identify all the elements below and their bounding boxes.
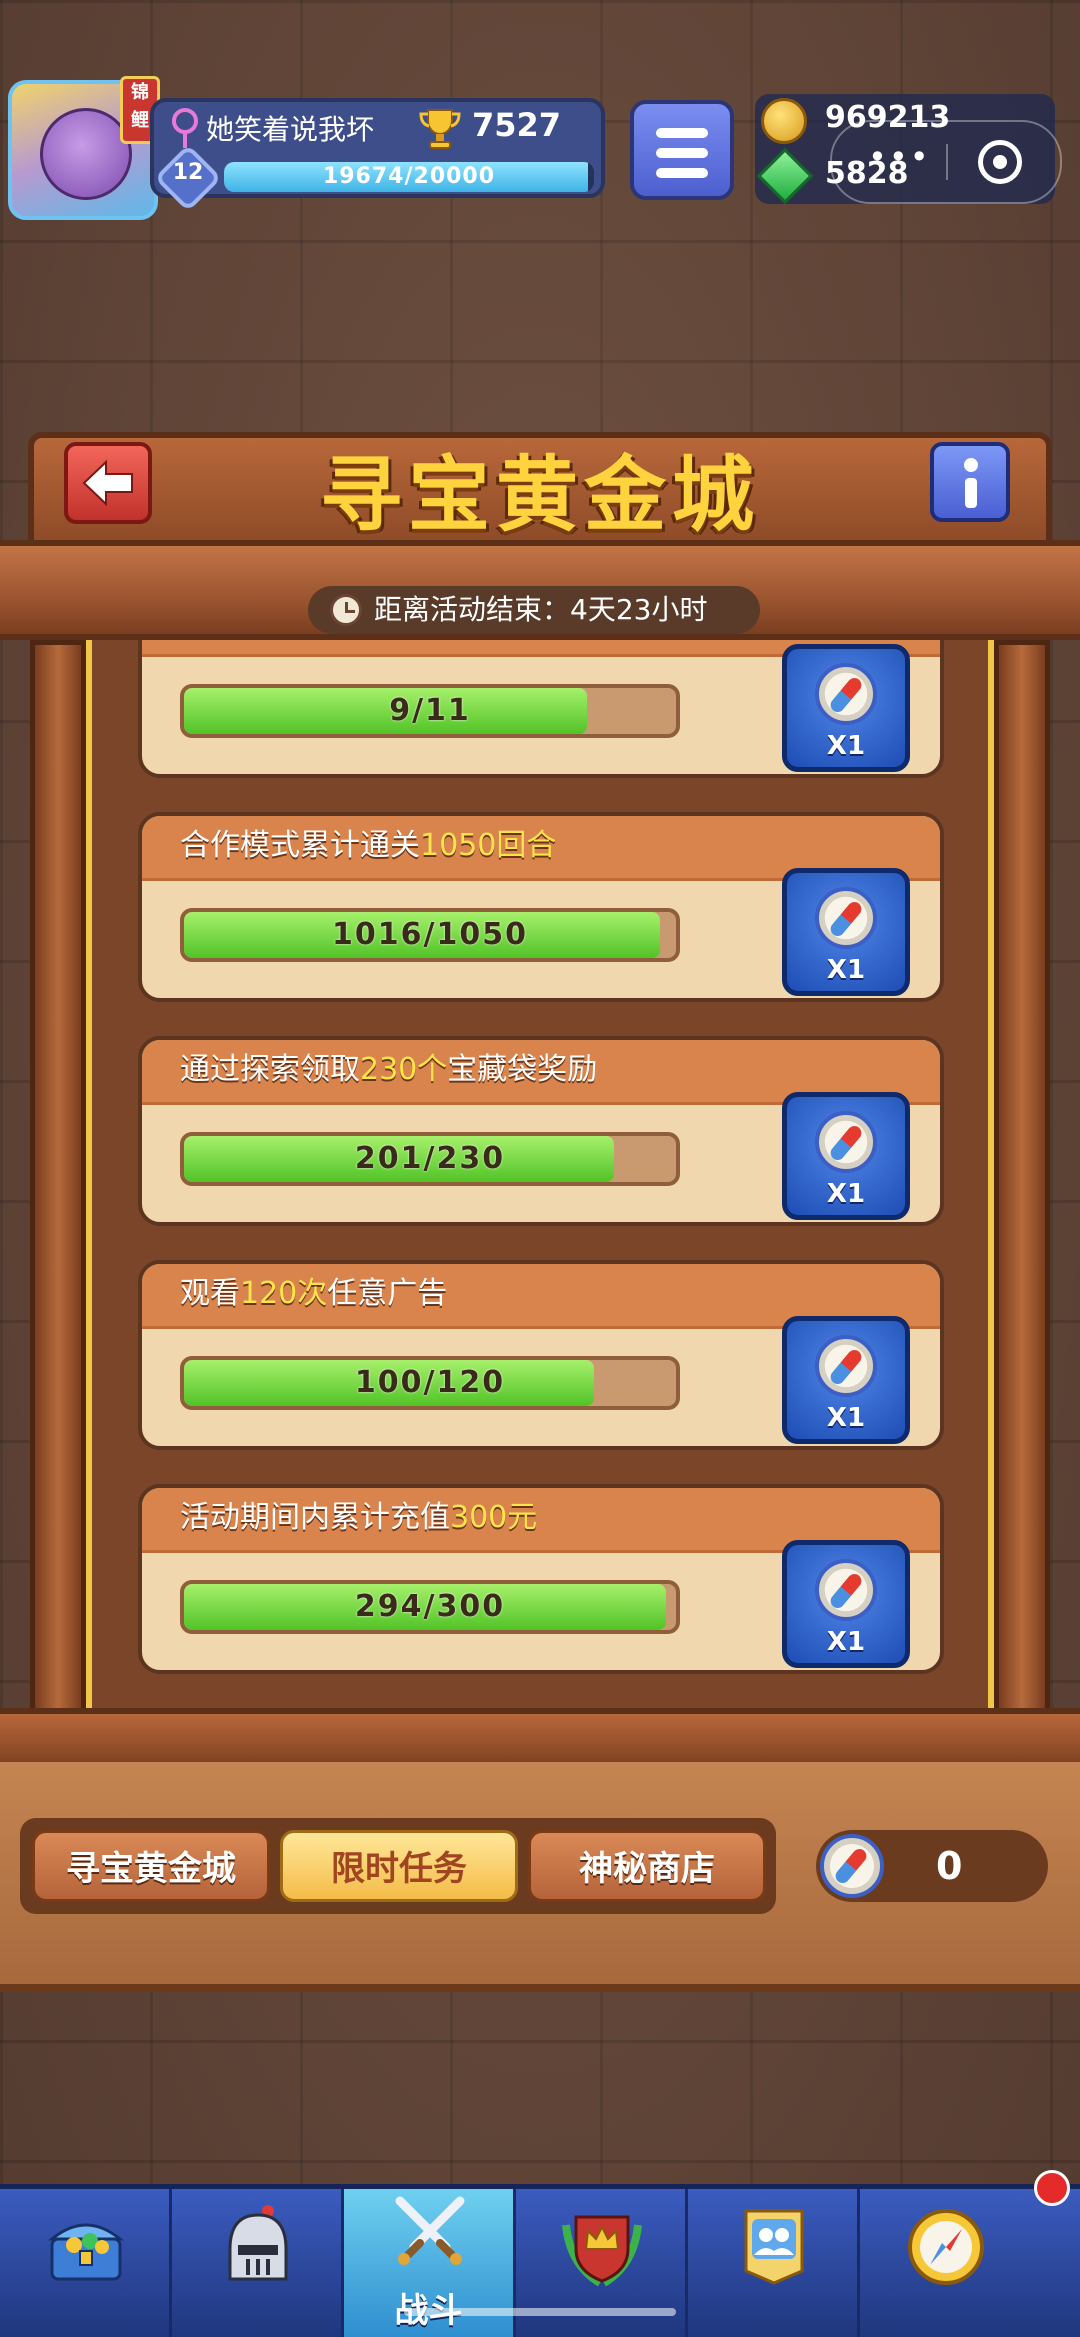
event-timer: 距离活动结束：4天23小时 — [308, 586, 760, 634]
female-icon — [172, 108, 198, 148]
task-title: 活动期间内累计充值300元 — [180, 1498, 537, 1538]
compass-count: 0 — [936, 1844, 963, 1888]
task-title: 完成11个每日任务 — [180, 640, 428, 642]
task-reward-button[interactable]: X1 — [782, 1092, 910, 1220]
task-reward-button[interactable]: X1 — [782, 868, 910, 996]
nav-item-hero[interactable] — [172, 2189, 344, 2337]
tab-limited-tasks[interactable]: 限时任务 — [280, 1830, 518, 1902]
reward-quantity: X1 — [826, 1179, 866, 1209]
task-title-highlight: 230个 — [360, 1052, 448, 1087]
task-progress-text: 100/120 — [354, 1365, 506, 1400]
event-frame-bottom — [0, 1708, 1080, 1768]
reward-quantity: X1 — [826, 1627, 866, 1657]
task-card: 完成11个每日任务 9/11 X1 — [138, 640, 944, 778]
task-progress-text: 1016/1050 — [332, 917, 528, 952]
frame-pillar-left — [30, 640, 86, 1720]
xp-progress-text: 19674/20000 — [322, 164, 496, 189]
compass-reward-icon — [815, 887, 877, 949]
task-progress-text: 9/11 — [389, 693, 471, 728]
compass-reward-icon — [815, 1111, 877, 1173]
compass-icon — [820, 1834, 884, 1898]
info-button[interactable] — [930, 442, 1010, 522]
compass-reward-icon — [815, 663, 877, 725]
task-reward-button[interactable]: X1 — [782, 1316, 910, 1444]
compass-reward-icon — [815, 1559, 877, 1621]
task-title-prefix: 活动期间内累计充值 — [180, 1500, 450, 1535]
compass-counter: 0 — [816, 1830, 1048, 1902]
green-gem-icon — [756, 147, 814, 205]
task-title-suffix: 任意广告 — [327, 1276, 448, 1311]
crossed-swords-icon — [395, 2196, 465, 2265]
close-miniprogram-icon[interactable] — [978, 140, 1022, 184]
mini-program-capsule: ••• — [830, 120, 1062, 204]
task-progress-text: 294/300 — [354, 1589, 506, 1624]
nav-item-explore[interactable] — [860, 2189, 1032, 2337]
task-title: 观看120次任意广告 — [180, 1274, 447, 1314]
back-arrow-icon — [82, 459, 133, 507]
task-card: 通过探索领取230个宝藏袋奖励 201/230 X1 — [138, 1036, 944, 1226]
task-card: 活动期间内累计充值300元 294/300 X1 — [138, 1484, 944, 1674]
task-card: 观看120次任意广告 100/120 X1 — [138, 1260, 944, 1450]
player-info-panel[interactable]: 她笑着说我坏 7527 12 19674/20000 — [150, 98, 605, 212]
task-title-prefix: 通过探索领取 — [180, 1052, 360, 1087]
nav-item-friends[interactable] — [688, 2189, 860, 2337]
crown-shield-icon — [562, 2215, 642, 2287]
task-card: 合作模式累计通关1050回合 1016/1050 X1 — [138, 812, 944, 1002]
reward-quantity: X1 — [826, 955, 866, 985]
top-hud: 锦鲤 她笑着说我坏 7527 12 19674/20000 969213 582… — [0, 76, 1080, 220]
home-indicator — [404, 2308, 676, 2316]
task-title-highlight: 120次 — [240, 1276, 328, 1311]
info-icon — [964, 458, 978, 472]
back-button[interactable] — [64, 442, 152, 524]
task-title-prefix: 观看 — [180, 1276, 240, 1311]
treasure-chest-icon — [47, 2223, 125, 2281]
capsule-divider — [946, 144, 948, 180]
menu-icon-line — [656, 128, 708, 138]
task-title-prefix: 合作模式累计通关 — [180, 828, 420, 863]
trophy-count: 7527 — [472, 106, 562, 144]
task-reward-button[interactable]: X1 — [782, 1540, 910, 1668]
tab-mystery-shop[interactable]: 神秘商店 — [528, 1830, 766, 1902]
task-reward-button[interactable]: X1 — [782, 644, 910, 772]
event-title: 寻宝黄金城 — [319, 448, 760, 543]
menu-button[interactable] — [630, 100, 734, 200]
tab-treasure-city[interactable]: 寻宝黄金城 — [32, 1830, 270, 1902]
avatar-face — [40, 108, 132, 200]
knight-helmet-icon — [228, 2205, 288, 2281]
task-scroll-area[interactable]: 完成11个每日任务 9/11 X1 合作模式累计通关1050回合 1016/1050 X1… — [86, 640, 994, 1708]
task-title-suffix: 宝藏袋奖励 — [447, 1052, 598, 1087]
menu-icon-line — [656, 168, 708, 178]
task-progress-text: 201/230 — [354, 1141, 506, 1176]
notification-dot — [1034, 2170, 1070, 2206]
reward-quantity: X1 — [826, 1403, 866, 1433]
nav-item-treasure[interactable] — [0, 2189, 172, 2337]
event-timer-text: 距离活动结束：4天23小时 — [374, 593, 708, 626]
player-name: 她笑着说我坏 — [206, 113, 375, 146]
friends-banner-icon — [744, 2209, 804, 2285]
task-title: 合作模式累计通关1050回合 — [180, 826, 556, 866]
compass-reward-icon — [815, 1335, 877, 1397]
clock-icon — [330, 594, 362, 626]
task-title-highlight: 1050回合 — [420, 828, 557, 863]
frame-pillar-right — [994, 640, 1050, 1720]
compass-nav-icon — [908, 2209, 984, 2285]
gold-coin-icon — [761, 98, 807, 144]
player-level: 12 — [172, 160, 204, 185]
reward-quantity: X1 — [826, 731, 866, 761]
trophy-icon — [419, 109, 461, 149]
more-options-button[interactable]: ••• — [868, 141, 931, 173]
player-avatar[interactable]: 锦鲤 — [8, 76, 160, 220]
info-icon-stem — [965, 478, 977, 508]
task-title: 通过探索领取230个宝藏袋奖励 — [180, 1050, 597, 1090]
task-title-highlight: 300元 — [450, 1500, 538, 1535]
menu-icon-line — [656, 148, 708, 158]
